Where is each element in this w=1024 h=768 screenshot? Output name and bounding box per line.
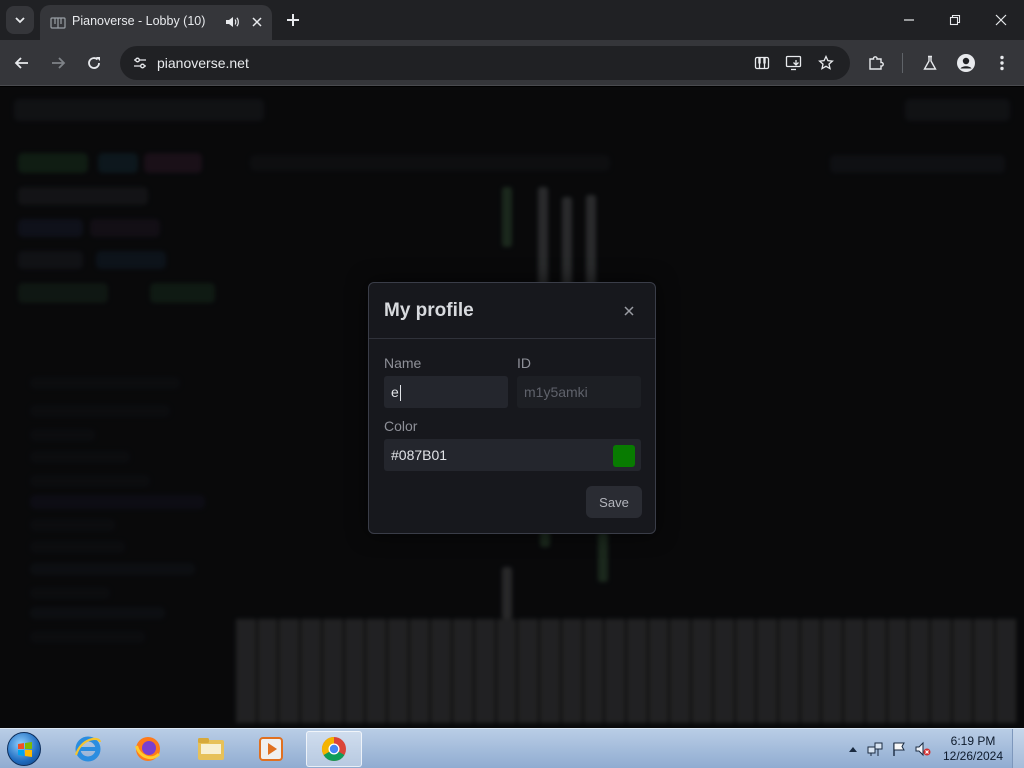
browser-tabstrip: Pianoverse - Lobby (10) <box>0 0 1024 40</box>
restore-button[interactable] <box>943 8 967 32</box>
start-button[interactable] <box>4 729 44 768</box>
save-button[interactable]: Save <box>586 486 642 518</box>
tune-icon <box>134 57 146 69</box>
network-tray-icon[interactable] <box>867 741 883 757</box>
arrow-left-icon <box>14 57 28 69</box>
install-app-button[interactable] <box>783 52 805 74</box>
color-input-value: #087B01 <box>391 447 448 463</box>
action-center-tray-icon[interactable] <box>891 741 907 757</box>
network-icon <box>867 742 883 756</box>
chrome-icon <box>321 737 346 762</box>
arrow-right-icon <box>52 57 66 69</box>
browser-tab-active[interactable]: Pianoverse - Lobby (10) <box>40 5 272 40</box>
taskbar: 6:19 PM 12/26/2024 <box>0 728 1024 768</box>
profile-button[interactable] <box>954 51 978 75</box>
tab-search-button[interactable] <box>6 6 34 34</box>
show-desktop-button[interactable] <box>1012 729 1024 768</box>
tab-close-button[interactable] <box>248 13 266 31</box>
clock-date: 12/26/2024 <box>942 749 1004 763</box>
folder-icon <box>198 738 224 760</box>
flag-icon <box>893 742 905 756</box>
internet-explorer-icon <box>74 736 102 762</box>
name-label: Name <box>384 355 422 371</box>
color-swatch[interactable] <box>613 445 635 467</box>
profile-modal: My profile Name ID e m1y5amki Color #087… <box>368 282 656 534</box>
restore-icon <box>949 14 961 26</box>
address-bar[interactable]: pianoverse.net <box>120 46 850 80</box>
menu-button[interactable] <box>990 51 1014 75</box>
avatar-icon <box>957 54 975 72</box>
browser-toolbar: pianoverse.net <box>0 40 1024 86</box>
screen: Pianoverse - Lobby (10) pianoverse.net M… <box>0 0 1024 768</box>
color-input[interactable]: #087B01 <box>384 439 641 471</box>
reload-icon <box>88 57 100 69</box>
flask-icon <box>923 55 937 70</box>
back-button[interactable] <box>10 51 34 75</box>
chevron-up-icon <box>849 747 857 752</box>
close-icon <box>624 306 634 316</box>
taskbar-file-explorer[interactable] <box>183 731 239 767</box>
plus-icon <box>287 14 299 26</box>
forward-button[interactable] <box>46 51 70 75</box>
name-input[interactable]: e <box>384 376 508 408</box>
modal-close-button[interactable] <box>619 301 639 321</box>
bookmark-button[interactable] <box>815 52 837 74</box>
show-hidden-icons-button[interactable] <box>845 741 861 757</box>
tab-title: Pianoverse - Lobby (10) <box>72 14 206 28</box>
more-vertical-icon <box>1000 55 1004 71</box>
modal-title: My profile <box>384 300 474 321</box>
taskbar-chrome[interactable] <box>306 731 362 767</box>
id-value: m1y5amki <box>524 384 588 400</box>
speaker-muted-icon <box>915 741 931 757</box>
midi-button[interactable] <box>751 52 773 74</box>
system-clock[interactable]: 6:19 PM 12/26/2024 <box>940 734 1006 764</box>
star-icon <box>818 55 834 70</box>
window-close-button[interactable] <box>989 8 1013 32</box>
close-icon <box>995 14 1007 26</box>
minimize-icon <box>904 19 914 21</box>
url-text[interactable]: pianoverse.net <box>157 55 249 71</box>
text-caret <box>399 385 401 402</box>
close-icon <box>252 17 262 27</box>
firefox-icon <box>135 737 161 761</box>
minimize-button[interactable] <box>897 8 921 32</box>
taskbar-internet-explorer[interactable] <box>60 731 116 767</box>
id-label: ID <box>517 355 531 371</box>
name-input-value: e <box>391 384 399 400</box>
windows-logo-icon <box>7 732 41 766</box>
speaker-icon[interactable] <box>224 14 240 30</box>
puzzle-icon <box>869 56 884 70</box>
new-tab-button[interactable] <box>282 9 304 31</box>
modal-header: My profile <box>369 283 655 339</box>
media-player-icon <box>259 737 283 761</box>
taskbar-media-player[interactable] <box>243 731 299 767</box>
id-field: m1y5amki <box>517 376 641 408</box>
color-label: Color <box>384 418 418 434</box>
clock-time: 6:19 PM <box>950 734 996 748</box>
toolbar-divider <box>902 53 903 73</box>
chevron-down-icon <box>15 17 25 24</box>
labs-button[interactable] <box>918 51 942 75</box>
taskbar-firefox[interactable] <box>120 731 176 767</box>
volume-tray-icon[interactable] <box>915 741 931 757</box>
extensions-button[interactable] <box>864 51 888 75</box>
install-app-icon <box>785 55 802 71</box>
piano-favicon-icon <box>50 17 66 29</box>
site-info-button[interactable] <box>128 51 152 75</box>
reload-button[interactable] <box>82 51 106 75</box>
piano-keys-icon <box>754 56 770 70</box>
